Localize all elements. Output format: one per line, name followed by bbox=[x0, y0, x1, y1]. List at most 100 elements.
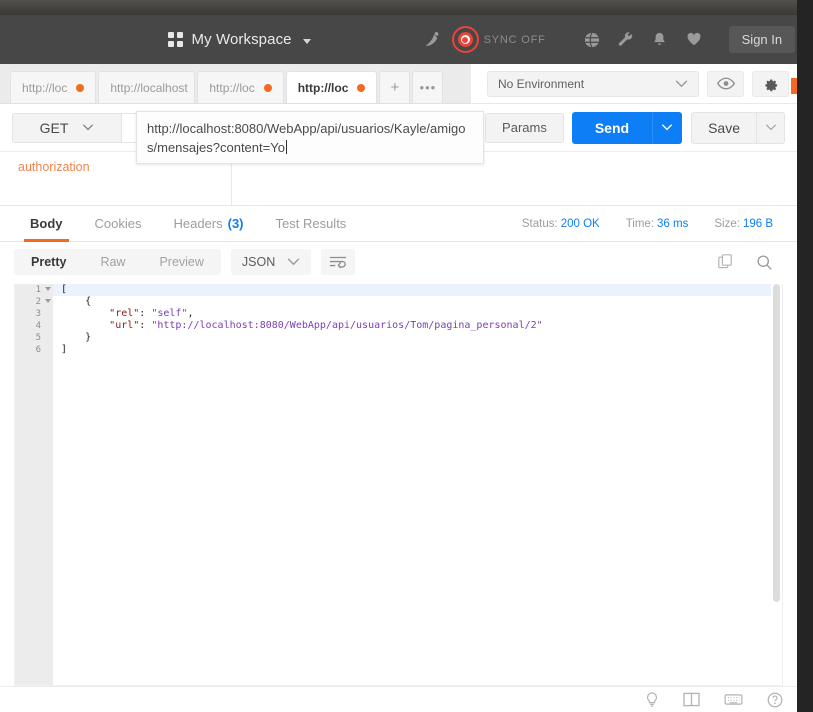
editor-line-number: 2 bbox=[15, 296, 53, 308]
help-button[interactable] bbox=[767, 692, 783, 708]
environment-quick-look-button[interactable] bbox=[707, 70, 744, 97]
code-token: : bbox=[139, 308, 152, 319]
copy-icon bbox=[718, 254, 732, 269]
tab-cookies[interactable]: Cookies bbox=[79, 206, 158, 242]
chevron-down-icon bbox=[765, 124, 776, 131]
bulb-button[interactable] bbox=[645, 691, 659, 708]
os-title-bar bbox=[0, 0, 813, 15]
response-tab-bar: Body Cookies Headers (3) Test Results St… bbox=[0, 206, 797, 242]
request-tab-label: http://localhost bbox=[110, 80, 188, 95]
tab-body[interactable]: Body bbox=[14, 206, 79, 242]
request-tab-label: http://loc bbox=[209, 80, 255, 95]
editor-vertical-scrollbar[interactable] bbox=[771, 284, 782, 685]
editor-line-number: 5 bbox=[35, 333, 41, 343]
settings-button[interactable] bbox=[752, 70, 789, 97]
gear-icon bbox=[765, 79, 778, 92]
search-icon bbox=[757, 254, 772, 270]
view-mode-pretty[interactable]: Pretty bbox=[14, 249, 83, 275]
keyboard-icon bbox=[724, 694, 743, 705]
chevron-down-icon bbox=[83, 124, 94, 131]
editor-code-line: "rel": "self", bbox=[53, 308, 782, 320]
code-token: "self" bbox=[151, 308, 188, 319]
globe-icon[interactable] bbox=[575, 25, 609, 55]
chevron-down-icon bbox=[675, 79, 688, 87]
workspace-selector[interactable]: My Workspace bbox=[168, 31, 311, 48]
two-pane-layout-icon bbox=[683, 692, 700, 707]
code-fold-arrow-icon[interactable] bbox=[45, 287, 51, 291]
save-options-button[interactable] bbox=[757, 111, 785, 144]
time-label: Time: bbox=[625, 217, 655, 230]
status-metric: Status: 200 OK bbox=[522, 218, 600, 230]
editor-scrollbar-thumb[interactable] bbox=[773, 284, 780, 602]
tab-headers[interactable]: Headers (3) bbox=[157, 206, 259, 242]
editor-code-line: [ bbox=[53, 284, 782, 296]
code-token: [ bbox=[61, 284, 68, 295]
params-button[interactable]: Params bbox=[485, 112, 564, 143]
response-format-select[interactable]: JSON bbox=[230, 249, 312, 275]
search-button[interactable] bbox=[756, 254, 773, 271]
size-label: Size: bbox=[714, 217, 740, 230]
response-body-actions bbox=[718, 254, 773, 271]
send-options-button[interactable] bbox=[652, 111, 683, 144]
grid-icon bbox=[168, 32, 183, 47]
environment-selected-label: No Environment bbox=[498, 76, 585, 91]
response-body-editor[interactable]: 123 4 5 6 [ { "rel": "self", "url": "http:/… bbox=[14, 284, 783, 686]
bulb-icon bbox=[647, 691, 657, 707]
save-button-group: Save bbox=[691, 111, 785, 144]
two-pane-layout-button[interactable] bbox=[683, 692, 700, 707]
url-overlay-line-1: http://localhost:8080/WebApp/api/usuario… bbox=[147, 121, 451, 136]
tab-options-button[interactable]: ••• bbox=[412, 71, 444, 103]
copy-button[interactable] bbox=[718, 254, 734, 270]
view-mode-preview[interactable]: Preview bbox=[142, 249, 220, 275]
editor-code-area[interactable]: [ { "rel": "self", "url": "http://localh… bbox=[53, 284, 782, 685]
code-token: : bbox=[139, 320, 152, 331]
code-fold-arrow-icon[interactable] bbox=[45, 299, 51, 303]
bell-icon[interactable] bbox=[643, 25, 677, 55]
word-wrap-button[interactable] bbox=[321, 249, 356, 275]
url-editing-overlay[interactable]: http://localhost:8080/WebApp/api/usuario… bbox=[136, 111, 484, 164]
header-icon-group: SYNC OFF Sign In bbox=[416, 25, 796, 55]
request-tab[interactable]: http://loc bbox=[10, 71, 97, 103]
editor-code-line: } bbox=[53, 332, 782, 344]
sign-in-button[interactable]: Sign In bbox=[728, 26, 796, 53]
status-bar bbox=[0, 686, 797, 712]
sync-indicator-icon[interactable] bbox=[451, 26, 479, 53]
request-tab[interactable]: http://localhost bbox=[98, 71, 196, 103]
response-meta: Status: 200 OK Time: 36 ms Size: 196 B bbox=[522, 218, 773, 230]
environment-select[interactable]: No Environment bbox=[487, 70, 699, 97]
tab-test-results[interactable]: Test Results bbox=[260, 206, 363, 242]
view-mode-segmented-control: Pretty Raw Preview bbox=[14, 249, 221, 275]
tab-cookies-label: Cookies bbox=[94, 216, 142, 231]
editor-line-number: 3 bbox=[35, 309, 41, 319]
editor-code-line: { bbox=[53, 296, 782, 308]
time-metric: Time: 36 ms bbox=[626, 218, 689, 230]
send-button-group: Send bbox=[571, 111, 683, 144]
editor-code-line: "url": "http://localhost:8080/WebApp/api… bbox=[53, 320, 782, 332]
wrench-icon[interactable] bbox=[609, 25, 643, 55]
window-right-edge bbox=[797, 0, 813, 712]
save-button[interactable]: Save bbox=[691, 111, 757, 144]
code-token: { bbox=[85, 296, 92, 307]
editor-code-line: ] bbox=[53, 344, 782, 356]
editor-line-number: 6 bbox=[35, 345, 41, 355]
chevron-down-icon bbox=[661, 124, 673, 131]
app-header: My Workspace SYNC OFF Sign In bbox=[0, 15, 797, 64]
word-wrap-icon bbox=[330, 256, 347, 269]
editor-line-number: 1 bbox=[15, 284, 53, 296]
satellite-dish-icon[interactable] bbox=[416, 25, 450, 55]
new-tab-button[interactable]: + bbox=[379, 71, 411, 103]
view-mode-raw[interactable]: Raw bbox=[83, 249, 142, 275]
chevron-down-icon bbox=[287, 258, 300, 266]
http-method-select[interactable]: GET bbox=[12, 112, 122, 143]
request-tab[interactable]: http://loc bbox=[197, 71, 284, 103]
code-token: "url" bbox=[109, 320, 140, 331]
send-button[interactable]: Send bbox=[571, 111, 653, 144]
http-method-label: GET bbox=[39, 119, 69, 136]
heart-icon[interactable] bbox=[677, 25, 711, 55]
editor-line-number: 4 bbox=[35, 321, 41, 331]
request-tab-active[interactable]: http://loc bbox=[285, 71, 378, 103]
keyboard-shortcuts-button[interactable] bbox=[724, 693, 743, 706]
response-format-label: JSON bbox=[241, 255, 276, 269]
request-tab-label: http://loc bbox=[297, 80, 349, 95]
size-value: 196 B bbox=[742, 217, 773, 230]
